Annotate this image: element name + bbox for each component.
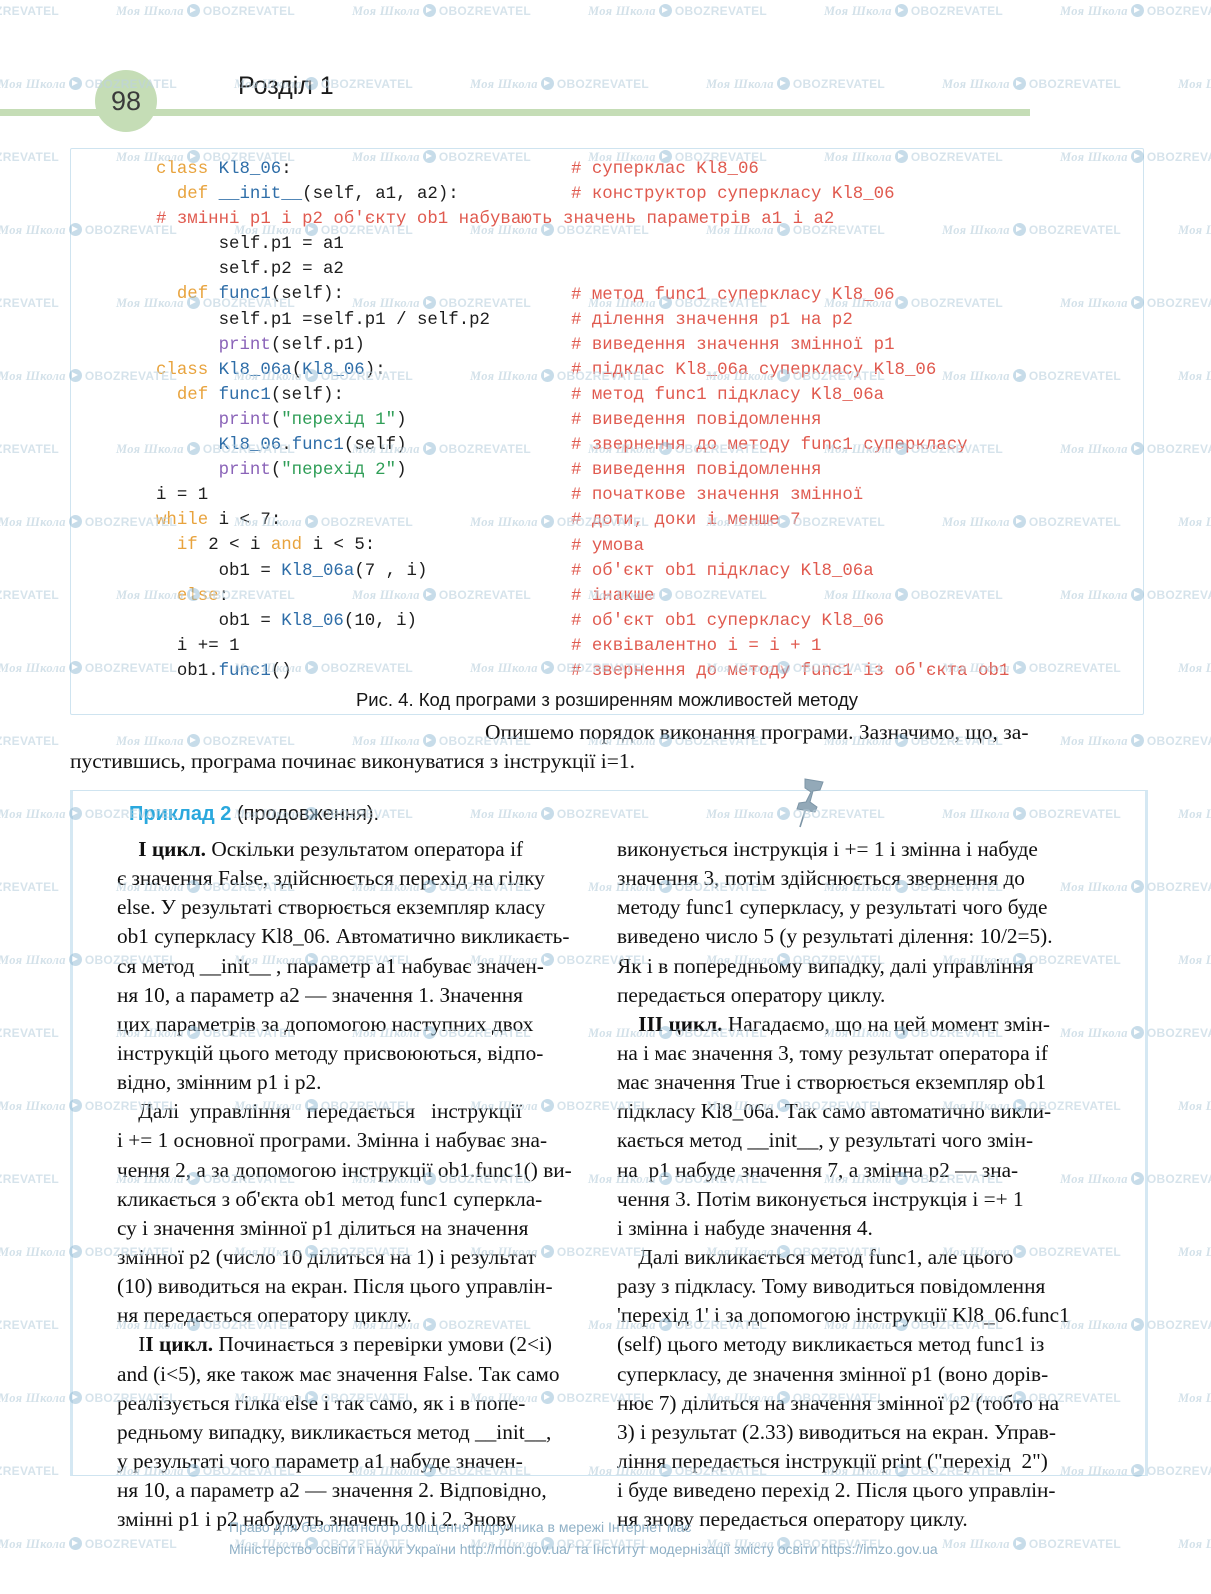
text-line: виведено число 5 (у результаті ділення: … (617, 924, 1053, 949)
text-line: III цикл. Нагадаємо, що на цей момент зм… (638, 1011, 1050, 1036)
text-line: II цикл. Починається з перевірки умови (… (117, 1332, 552, 1357)
page-number: 98 (110, 85, 142, 116)
text-line: чення 2, а за допомогою інструкції ob1.f… (117, 1157, 572, 1182)
text-line: кається метод __init__, у результаті чог… (617, 1128, 1034, 1153)
code-listing: class Kl8_06: # суперклас Kl8_06 def __in… (156, 160, 1010, 681)
chapter-title: Розділ 1 (238, 72, 334, 100)
text-line: else. У результаті створюється екземпляр… (117, 895, 546, 920)
text-line: Далі викликається метод func1, але цього (617, 1244, 1014, 1269)
text-line: 3) і результат (2.33) виводиться на екра… (617, 1419, 1056, 1444)
text-line: передається оператору циклу. (617, 982, 886, 1007)
footer-line-2: Міністерство освіти і науки України http… (229, 1541, 938, 1557)
text-line: суперкласу, де значення змінної p1 (воно… (617, 1361, 1049, 1386)
text-line: су і значення змінної p1 ділиться на зна… (117, 1215, 529, 1240)
text-line: ня передається оператору циклу. (117, 1303, 412, 1328)
text-line: I цикл. Оскільки результатом оператора i… (138, 837, 524, 861)
example-left-column: I цикл. Оскільки результатом оператора i… (117, 835, 595, 1534)
text-line: разу з підкласу. Тому виводиться повідом… (617, 1274, 1046, 1299)
text-line: ня 10, а параметр a2 — значення 1. Значе… (117, 982, 523, 1007)
code-figure: class Kl8_06: # суперклас Kl8_06 def __in… (70, 148, 1144, 715)
intro-line-1: Опишемо порядок виконання програми. Зазн… (485, 720, 1029, 744)
example-box: Приклад 2 (продовження). I цикл. Оскільк… (70, 778, 1148, 1531)
text-line: чення 3. Потім виконується інструкція i … (617, 1186, 1024, 1211)
page-footer: Право для безоплатного розміщення підруч… (0, 1516, 1211, 1560)
text-line: інструкцій цього методу присвоюються, ві… (117, 1040, 544, 1065)
example-heading-rest: (продовження). (231, 803, 380, 825)
text-line: є значення False, здійснюється перехід н… (117, 866, 545, 891)
text-line: цих параметрів за допомогою наступних дв… (117, 1011, 534, 1036)
figure-caption: Рис. 4. Код програми з розширенням можли… (355, 689, 859, 710)
text-line: and (i<5), яке також має значення False.… (117, 1361, 560, 1386)
text-line: ob1 суперкласу Kl8_06. Автоматично викли… (117, 924, 570, 949)
example-heading: Приклад 2 (продовження). (129, 803, 379, 826)
text-line: ся метод __init__ , параметр a1 набуває … (117, 953, 544, 978)
example-right-column: виконується інструкція i += 1 і змінна i… (617, 835, 1095, 1534)
intro-paragraph: Опишемо порядок виконання програми. Зазн… (70, 718, 1142, 775)
text-line: Як і в попередньому випадку, далі управл… (617, 953, 1034, 978)
text-line: у результаті чого параметр a1 набуде зна… (117, 1448, 523, 1473)
text-line: реалізується гілка else і так само, як і… (117, 1390, 526, 1415)
text-line: значення 3, потім здійснюється звернення… (617, 866, 1025, 891)
text-line: кликається з об'єкта ob1 метод func1 суп… (117, 1186, 543, 1211)
text-line: змінної p2 (число 10 ділиться на 1) і ре… (117, 1244, 536, 1269)
text-line: ління передається інструкції print ("пер… (617, 1448, 1048, 1473)
text-line: (self) цього методу викликається метод f… (617, 1332, 1045, 1357)
text-line: і буде виведено перехід 2. Після цього у… (617, 1478, 1056, 1503)
text-line: і змінна i набуде значення 4. (617, 1215, 873, 1240)
text-line: на i має значення 3, тому результат опер… (617, 1040, 1048, 1065)
text-line: має значення True і створюється екземпля… (617, 1070, 1046, 1095)
text-line: Далі управління передається інструкції (117, 1099, 522, 1124)
text-line: відно, змінним p1 і p2. (117, 1070, 322, 1095)
example-heading-strong: Приклад 2 (129, 803, 232, 825)
text-line: нює 7) ділиться на значення змінної p2 (… (617, 1390, 1060, 1415)
text-line: підкласу Kl8_06a. Так само автоматично в… (617, 1099, 1052, 1124)
text-line: i += 1 основної програми. Змінна i набув… (117, 1128, 548, 1153)
text-line: (10) виводиться на екран. Після цього уп… (117, 1274, 553, 1299)
text-line: 'перехід 1' і за допомогою інструкції Kl… (617, 1303, 1070, 1328)
page-number-badge: 98 (95, 70, 157, 132)
text-line: виконується інструкція i += 1 і змінна i… (617, 837, 1038, 861)
text-line: методу func1 суперкласу, у результаті чо… (617, 895, 1048, 920)
text-line: ня 10, а параметр a2 — значення 2. Відпо… (117, 1478, 547, 1503)
text-line: редньому випадку, викликається метод __i… (117, 1419, 552, 1444)
pushpin-icon (796, 778, 824, 828)
text-line: на p1 набуде значення 7, а змінна p2 — з… (617, 1157, 1019, 1182)
footer-line-1: Право для безоплатного розміщення підруч… (229, 1519, 692, 1535)
intro-line-2: пустившись, програма починає виконуватис… (70, 748, 636, 773)
page-header: 98 Розділ 1 (0, 70, 1211, 132)
